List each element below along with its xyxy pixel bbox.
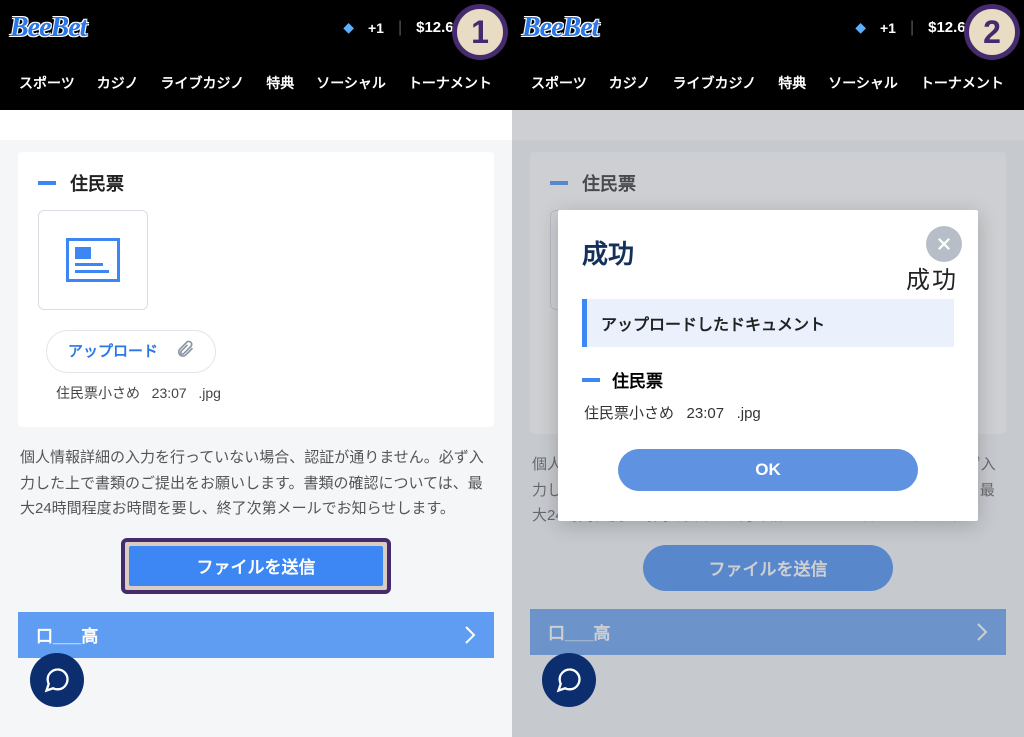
- collapse-icon: [582, 378, 600, 382]
- step-badge-1: 1: [452, 4, 508, 60]
- main-nav: スポーツ カジノ ライブカジノ 特典 ソーシャル トーナメント: [0, 55, 512, 110]
- file-meta: 住民票小さめ 23:07 .jpg: [56, 383, 474, 403]
- nav-tournament[interactable]: トーナメント: [397, 73, 503, 93]
- app-header: BeeBet ◆ +1 | $12.60: [512, 0, 1024, 55]
- modal-annotation: 成功: [906, 260, 958, 295]
- upload-card: 住民票 アップロード 住民票小さめ 23:07 .jpg: [18, 152, 494, 427]
- logo[interactable]: BeeBet: [522, 12, 598, 44]
- nav-sports[interactable]: スポーツ: [520, 73, 598, 93]
- step-badge-2: 2: [964, 4, 1020, 60]
- screen-1: BeeBet ◆ +1 | $12.60 スポーツ カジノ ライブカジノ 特典 …: [0, 0, 512, 737]
- nav-bonus[interactable]: 特典: [767, 73, 817, 93]
- notice-text: 個人情報詳細の入力を行っていない場合、認証が通りません。必ず入力した上で書類のご…: [18, 427, 494, 538]
- send-file-button[interactable]: ファイルを送信: [129, 546, 383, 586]
- chat-fab[interactable]: [30, 653, 84, 707]
- modal-banner: アップロードしたドキュメント: [582, 299, 954, 347]
- nav-casino[interactable]: カジノ: [86, 73, 150, 93]
- modal-ok-button[interactable]: OK: [618, 449, 918, 491]
- logo[interactable]: BeeBet: [10, 12, 86, 44]
- nav-casino[interactable]: カジノ: [598, 73, 662, 93]
- main-nav: スポーツ カジノ ライブカジノ 特典 ソーシャル トーナメント: [512, 55, 1024, 110]
- section-title: 住民票: [70, 170, 124, 196]
- success-modal: 成功 成功 アップロードしたドキュメント 住民票 住民票小さめ 23:07 .j…: [558, 210, 978, 521]
- chat-fab[interactable]: [542, 653, 596, 707]
- nav-tournament[interactable]: トーナメント: [909, 73, 1015, 93]
- collapse-icon[interactable]: [38, 181, 56, 185]
- screen-2: BeeBet ◆ +1 | $12.60 スポーツ カジノ ライブカジノ 特典 …: [512, 0, 1024, 737]
- send-highlight: ファイルを送信: [121, 538, 391, 594]
- modal-close-button[interactable]: [926, 226, 962, 262]
- modal-title: 成功: [582, 234, 954, 271]
- nav-bonus[interactable]: 特典: [255, 73, 305, 93]
- nav-social[interactable]: ソーシャル: [817, 73, 909, 93]
- nav-social[interactable]: ソーシャル: [305, 73, 397, 93]
- modal-doc-title: 住民票: [612, 367, 663, 392]
- nav-livecasino[interactable]: ライブカジノ: [149, 73, 255, 93]
- balance-strip[interactable]: 口___高: [18, 612, 494, 658]
- diamond-icon: ◆: [343, 19, 354, 36]
- app-header: BeeBet ◆ +1 | $12.60: [0, 0, 512, 55]
- bonus-count: +1: [368, 20, 384, 36]
- diamond-icon: ◆: [855, 19, 866, 36]
- nav-livecasino[interactable]: ライブカジノ: [661, 73, 767, 93]
- modal-file-meta: 住民票小さめ 23:07 .jpg: [582, 402, 954, 423]
- bonus-count: +1: [880, 20, 896, 36]
- upload-button[interactable]: アップロード: [46, 330, 216, 373]
- attachment-icon: [175, 339, 195, 364]
- document-thumbnail[interactable]: [38, 210, 148, 310]
- nav-sports[interactable]: スポーツ: [8, 73, 86, 93]
